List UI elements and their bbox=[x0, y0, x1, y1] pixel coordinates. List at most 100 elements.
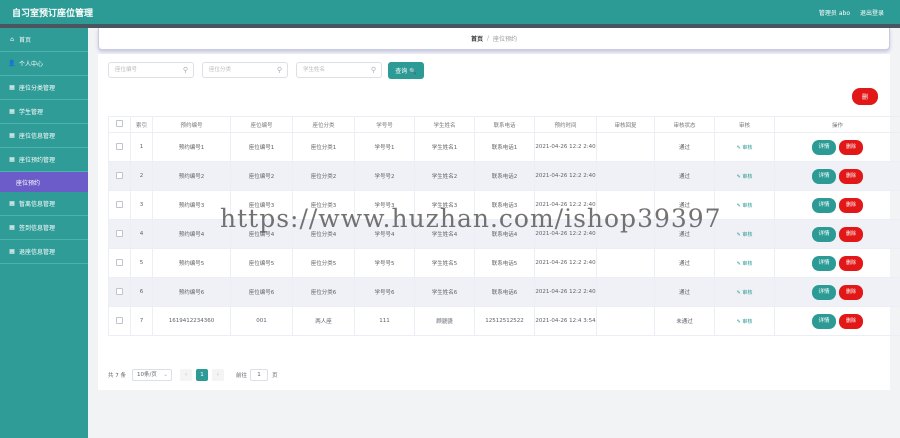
row-select-cell[interactable] bbox=[108, 132, 131, 162]
seat-number-search-input[interactable]: 座位编号 ⚲ bbox=[108, 62, 194, 78]
grid-icon: ▦ bbox=[9, 248, 15, 255]
column-header: 联系电话 bbox=[474, 116, 535, 133]
review-link[interactable]: ✎ 审核 bbox=[737, 261, 753, 267]
row-select-cell[interactable] bbox=[108, 248, 131, 278]
review-cell: ✎ 审核 bbox=[714, 248, 775, 278]
main-area: 首页 / 座位预约 座位编号 ⚲ 座位分类 ⚲ 学生姓名 ⚲ 查询 🔍 删 索引 bbox=[88, 28, 900, 438]
row-checkbox[interactable] bbox=[116, 142, 123, 150]
row-checkbox[interactable] bbox=[116, 258, 123, 266]
reservation-time-cell: 2021-04-26 12:2 2:40 bbox=[534, 248, 597, 278]
row-select-cell[interactable] bbox=[108, 219, 131, 249]
logout-link[interactable]: 退出登录 bbox=[860, 8, 884, 17]
index-cell: 1 bbox=[130, 132, 153, 162]
row-checkbox[interactable] bbox=[116, 287, 123, 295]
sidebar-item-label: 座位信息管理 bbox=[19, 133, 56, 140]
sidebar-item-label: 暂离信息管理 bbox=[19, 201, 56, 208]
page-unit-label: 页 bbox=[272, 373, 278, 379]
detail-button[interactable]: 详情 bbox=[812, 284, 836, 300]
detail-button[interactable]: 详情 bbox=[812, 255, 836, 271]
delete-button[interactable]: 删除 bbox=[839, 226, 863, 242]
total-count: 共 7 条 bbox=[108, 373, 126, 379]
sidebar-item-seat-info[interactable]: ▦ 座位信息管理 bbox=[0, 124, 88, 148]
actions-cell: 详情 删除 bbox=[774, 190, 900, 220]
review-link[interactable]: ✎ 审核 bbox=[737, 290, 753, 296]
breadcrumb-separator: / bbox=[486, 35, 490, 42]
delete-button[interactable]: 删除 bbox=[839, 168, 863, 184]
review-reply-cell bbox=[596, 277, 655, 307]
delete-button[interactable]: 删除 bbox=[839, 197, 863, 213]
sidebar-item-checkin[interactable]: ▦ 签到信息管理 bbox=[0, 216, 88, 240]
column-header: 操作 bbox=[774, 116, 900, 133]
next-page-button[interactable]: › bbox=[212, 369, 224, 381]
breadcrumb-home[interactable]: 首页 bbox=[471, 34, 483, 43]
prev-page-button[interactable]: ‹ bbox=[180, 369, 192, 381]
actions-cell: 详情 删除 bbox=[774, 219, 900, 249]
delete-button[interactable]: 删除 bbox=[839, 284, 863, 300]
review-reply-cell bbox=[596, 306, 655, 336]
index-cell: 5 bbox=[130, 248, 153, 278]
detail-button[interactable]: 详情 bbox=[812, 168, 836, 184]
table-row: 2 预约编号2 座位编号2 座位分类2 学号号2 学生姓名2 联系电话2 202… bbox=[108, 161, 900, 191]
reservation-no-cell: 预约编号4 bbox=[152, 219, 231, 249]
goto-page-input[interactable]: 1 bbox=[250, 369, 269, 381]
detail-button[interactable]: 详情 bbox=[812, 313, 836, 329]
reservation-no-cell: 预约编号6 bbox=[152, 277, 231, 307]
detail-button[interactable]: 详情 bbox=[812, 139, 836, 155]
column-header: 座位编号 bbox=[230, 116, 293, 133]
row-checkbox[interactable] bbox=[116, 171, 123, 179]
table-row: 7 1619412234360 001 两人座 111 顾骁骁 12512512… bbox=[108, 306, 900, 336]
row-select-cell[interactable] bbox=[108, 277, 131, 307]
select-all-header[interactable] bbox=[108, 116, 131, 133]
seat-category-cell: 两人座 bbox=[292, 306, 355, 336]
review-link[interactable]: ✎ 审核 bbox=[737, 319, 753, 325]
sidebar-item-home[interactable]: ⌂ 首页 bbox=[0, 28, 88, 52]
column-header: 预约时间 bbox=[534, 116, 597, 133]
row-checkbox[interactable] bbox=[116, 200, 123, 208]
top-bar: 自习室预订座位管理 管理员 abo 退出登录 bbox=[0, 0, 900, 24]
delete-button[interactable]: 删除 bbox=[839, 313, 863, 329]
page-size-select[interactable]: 10条/页 ⌄ bbox=[132, 369, 172, 381]
breadcrumb-current: 座位预约 bbox=[493, 36, 518, 43]
detail-button[interactable]: 详情 bbox=[812, 197, 836, 213]
reservation-time-cell: 2021-04-26 12:2 2:40 bbox=[534, 132, 597, 162]
reservation-time-cell: 2021-04-26 12:2 2:40 bbox=[534, 161, 597, 191]
review-cell: ✎ 审核 bbox=[714, 132, 775, 162]
sidebar-item-seat-category[interactable]: ▦ 座位分类管理 bbox=[0, 76, 88, 100]
sidebar-item-checkout[interactable]: ▦ 退座信息管理 bbox=[0, 240, 88, 264]
review-link[interactable]: ✎ 审核 bbox=[737, 203, 753, 209]
sidebar-item-reservations[interactable]: ▦ 座位预约管理 bbox=[0, 148, 88, 172]
actions-cell: 详情 删除 bbox=[774, 277, 900, 307]
student-name-search-input[interactable]: 学生姓名 ⚲ bbox=[296, 62, 382, 78]
delete-button[interactable]: 删除 bbox=[839, 255, 863, 271]
row-checkbox[interactable] bbox=[116, 229, 123, 237]
seat-no-cell: 座位编号6 bbox=[230, 277, 293, 307]
sidebar-item-temp-leave[interactable]: ▦ 暂离信息管理 bbox=[0, 192, 88, 216]
sidebar-item-students[interactable]: ▦ 学生管理 bbox=[0, 100, 88, 124]
row-select-cell[interactable] bbox=[108, 306, 131, 336]
select-all-checkbox[interactable] bbox=[116, 120, 123, 127]
seat-category-search-input[interactable]: 座位分类 ⚲ bbox=[202, 62, 288, 78]
student-name-cell: 学生姓名2 bbox=[414, 161, 475, 191]
sidebar-item-profile[interactable]: 👤 个人中心 bbox=[0, 52, 88, 76]
row-select-cell[interactable] bbox=[108, 190, 131, 220]
query-button[interactable]: 查询 🔍 bbox=[388, 62, 424, 79]
home-icon: ⌂ bbox=[10, 36, 14, 43]
sidebar-subitem-reservation[interactable]: 座位预约 bbox=[0, 172, 88, 192]
batch-delete-button[interactable]: 删 bbox=[852, 88, 878, 105]
review-link[interactable]: ✎ 审核 bbox=[737, 145, 753, 151]
row-select-cell[interactable] bbox=[108, 161, 131, 191]
breadcrumb: 首页 / 座位预约 bbox=[98, 28, 890, 50]
page-number-current[interactable]: 1 bbox=[196, 369, 208, 381]
review-link[interactable]: ✎ 审核 bbox=[737, 174, 753, 180]
detail-button[interactable]: 详情 bbox=[812, 226, 836, 242]
user-icon: 👤 bbox=[8, 60, 16, 67]
seat-category-placeholder: 座位分类 bbox=[209, 67, 232, 73]
seat-category-cell: 座位分类6 bbox=[292, 277, 355, 307]
delete-button[interactable]: 删除 bbox=[839, 139, 863, 155]
student-id-cell: 学号号1 bbox=[354, 132, 415, 162]
column-header: 审核 bbox=[714, 116, 775, 133]
review-status-cell: 未通过 bbox=[654, 306, 715, 336]
review-reply-cell bbox=[596, 132, 655, 162]
review-link[interactable]: ✎ 审核 bbox=[737, 232, 753, 238]
row-checkbox[interactable] bbox=[116, 316, 123, 324]
